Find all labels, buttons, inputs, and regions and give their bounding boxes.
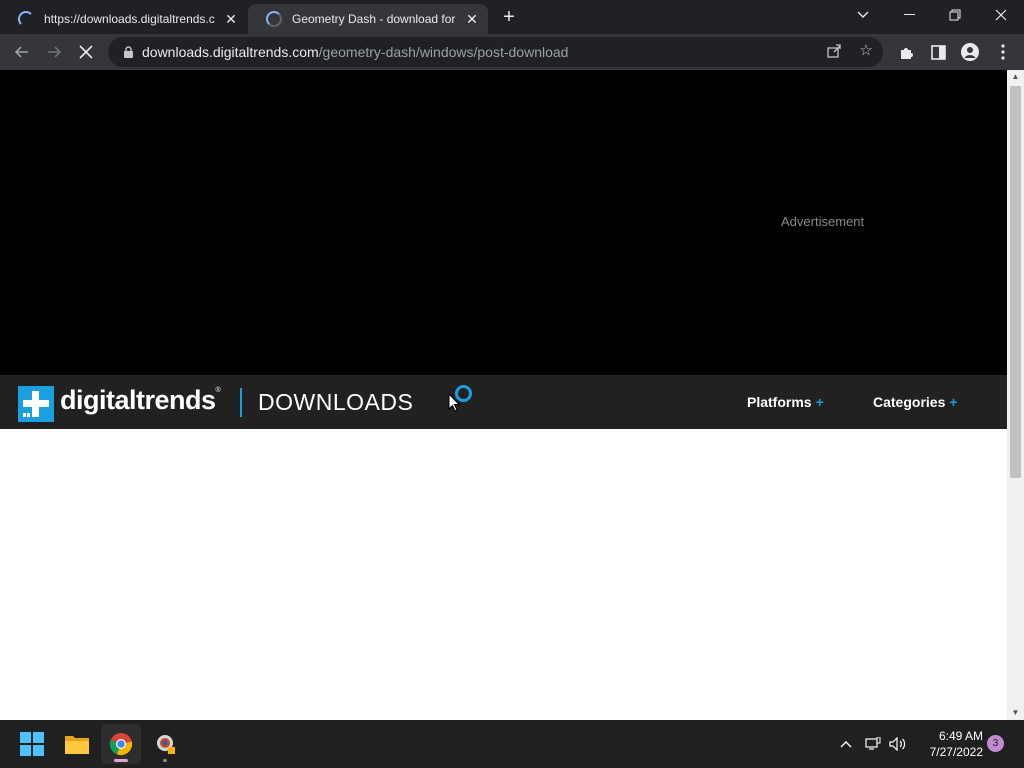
browser-toolbar: downloads.digitaltrends.com/geometry-das… (0, 34, 1024, 70)
page-viewport: Advertisement digitaltrends® DOWNLOADS P… (0, 70, 1007, 720)
windows-logo-icon (20, 732, 44, 756)
back-arrow-icon (14, 46, 28, 58)
tab-downloads-digitaltrends[interactable]: https://downloads.digitaltrends.c ✕ (0, 4, 247, 34)
file-explorer-button[interactable] (57, 724, 97, 764)
tab-geometry-dash[interactable]: Geometry Dash - download for W ✕ (248, 4, 488, 34)
chrome-icon (109, 733, 133, 756)
menu-kebab-icon[interactable] (994, 43, 1012, 61)
stop-icon (79, 45, 93, 59)
notification-badge[interactable]: 3 (987, 735, 1004, 752)
scroll-down-arrow-icon[interactable]: ▼ (1007, 706, 1024, 720)
address-bar[interactable]: downloads.digitaltrends.com/geometry-das… (108, 37, 883, 67)
app-shortcut-icon (157, 735, 175, 754)
chrome-taskbar-button[interactable] (101, 724, 141, 764)
plus-icon: + (949, 394, 958, 410)
mouse-cursor-icon (448, 393, 460, 412)
system-clock[interactable]: 6:49 AM 7/27/2022 (913, 728, 983, 760)
volume-icon[interactable] (889, 735, 907, 753)
restore-button[interactable] (932, 0, 978, 30)
advertisement-label: Advertisement (781, 214, 865, 229)
tab-search-button[interactable] (840, 0, 886, 30)
loading-spinner-icon (18, 11, 34, 27)
forward-button[interactable] (42, 40, 66, 64)
url-text: downloads.digitaltrends.com/geometry-das… (142, 44, 569, 60)
advertisement-area[interactable]: Advertisement (0, 70, 1007, 375)
tab-strip: https://downloads.digitaltrends.c ✕ Geom… (0, 0, 1024, 34)
minimize-button[interactable] (886, 0, 932, 30)
plus-icon: + (815, 394, 824, 410)
digitaltrends-logo-icon[interactable] (18, 386, 54, 422)
minimize-icon (903, 14, 915, 15)
app-shortcut-button[interactable] (145, 724, 185, 764)
nav-categories[interactable]: Categories + (873, 394, 958, 410)
start-button[interactable] (12, 724, 52, 764)
scroll-up-arrow-icon[interactable]: ▲ (1007, 70, 1024, 84)
stop-loading-button[interactable] (74, 40, 98, 64)
tab-title: https://downloads.digitaltrends.c (44, 12, 215, 26)
back-button[interactable] (10, 40, 34, 64)
side-panel-icon[interactable] (929, 43, 947, 61)
page-scrollbar[interactable]: ▲ ▼ (1007, 70, 1024, 720)
close-tab-icon[interactable]: ✕ (223, 11, 239, 27)
site-logo-text[interactable]: digitaltrends® (60, 385, 221, 416)
bookmark-star-icon[interactable]: ☆ (857, 41, 875, 59)
scroll-thumb[interactable] (1010, 86, 1021, 478)
active-app-indicator (114, 759, 128, 762)
windows-taskbar: 6:49 AM 7/27/2022 3 (0, 720, 1024, 768)
nav-platforms[interactable]: Platforms + (747, 394, 824, 410)
section-title[interactable]: DOWNLOADS (258, 389, 413, 416)
chevron-up-icon[interactable] (837, 735, 855, 753)
extensions-puzzle-icon[interactable] (897, 43, 915, 61)
site-header: digitaltrends® DOWNLOADS Platforms + Cate… (0, 375, 1007, 429)
share-icon[interactable] (825, 41, 843, 59)
logo-divider (240, 388, 242, 417)
clock-date: 7/27/2022 (929, 745, 983, 759)
folder-icon (65, 736, 89, 754)
restore-icon (949, 9, 961, 21)
chevron-down-icon (857, 11, 869, 18)
close-tab-icon[interactable]: ✕ (464, 11, 480, 27)
new-tab-button[interactable]: + (498, 7, 520, 29)
network-icon[interactable] (864, 735, 882, 753)
tab-title: Geometry Dash - download for W (292, 12, 458, 26)
lock-icon[interactable] (120, 44, 136, 60)
forward-arrow-icon (48, 46, 62, 58)
running-app-indicator (163, 759, 167, 762)
profile-avatar-icon[interactable] (961, 43, 979, 61)
close-window-button[interactable] (978, 0, 1024, 30)
close-icon (995, 9, 1007, 21)
loading-spinner-icon (266, 11, 282, 27)
clock-time: 6:49 AM (938, 729, 983, 743)
